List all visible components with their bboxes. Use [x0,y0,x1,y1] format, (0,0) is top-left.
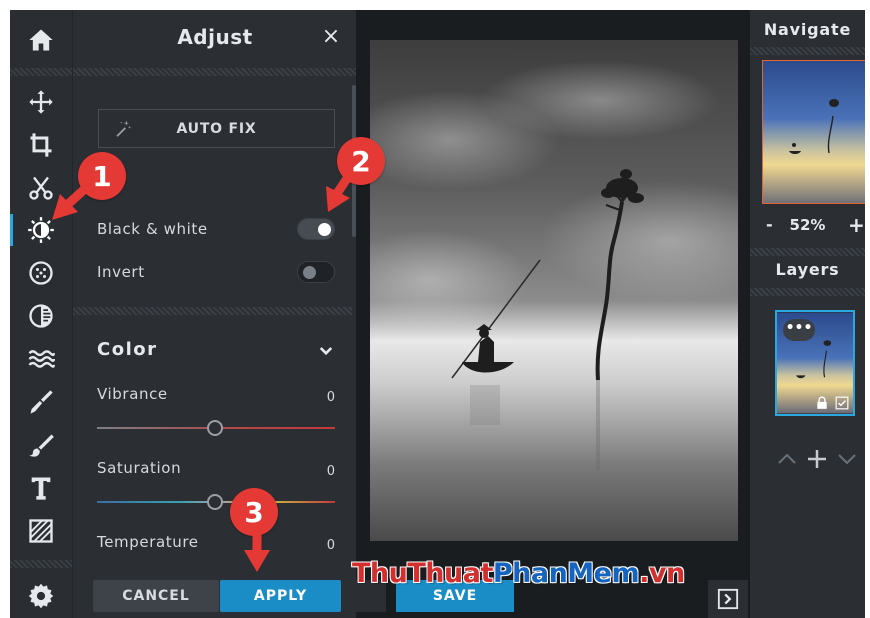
panel-divider [73,68,357,76]
chevron-up-icon[interactable] [775,447,799,471]
filters-icon[interactable] [10,296,72,336]
waves-icon[interactable] [10,339,72,379]
invert-label: Invert [97,263,145,281]
canvas-area: SAVE [356,10,750,618]
toolbar-divider [10,68,72,76]
panel-divider [73,307,352,315]
magic-wand-icon [116,120,132,137]
black-white-label: Black & white [97,220,208,238]
zoom-in-button[interactable]: + [848,213,865,237]
brush-icon[interactable] [10,382,72,422]
navigate-preview[interactable] [762,60,865,204]
lock-icon[interactable] [815,396,829,410]
panel-toggle-icon [717,588,739,610]
move-icon[interactable] [10,82,72,122]
auto-fix-button[interactable]: AUTO FIX [98,109,335,148]
chevron-down-icon[interactable] [317,342,335,360]
navigate-title: Navigate [763,20,852,39]
invert-toggle[interactable] [297,261,335,283]
text-icon[interactable] [10,468,72,508]
temperature-value: 0 [326,538,335,553]
watermark-part-1: ThuThuat [352,558,493,589]
panel-divider [750,47,865,55]
saturation-value: 0 [326,464,335,479]
chevron-down-icon[interactable] [835,447,859,471]
effects-icon[interactable] [10,253,72,293]
vibrance-value: 0 [326,390,335,405]
panel-divider [750,248,865,256]
texture-icon[interactable] [10,511,72,551]
panel-divider [750,288,865,296]
saturation-label: Saturation [97,459,182,477]
toggle-knob [318,223,331,236]
navigate-thumbnail [763,61,865,203]
draw-icon[interactable] [10,425,72,465]
zoom-controls: - 52% + [750,213,865,239]
add-layer-icon[interactable] [805,447,829,471]
black-white-toggle[interactable] [297,218,335,240]
settings-icon[interactable] [10,576,72,616]
saturation-slider-thumb[interactable] [207,494,223,510]
adjust-panel: Adjust × AUTO FIX Black & white Invert C… [72,10,357,618]
toggle-knob [303,266,316,279]
layer-thumbnail[interactable]: ••• [775,310,855,416]
visibility-checkbox-icon[interactable] [835,396,849,410]
watermark: ThuThuatPhanMem.vn [352,558,685,598]
callout-arrow-3 [244,530,270,572]
layer-menu-button[interactable]: ••• [783,319,815,341]
tool-sidebar [10,10,72,618]
auto-fix-label: AUTO FIX [176,120,257,137]
crop-icon[interactable] [10,125,72,165]
apply-button[interactable]: APPLY [220,580,341,612]
callout-arrow-1 [52,181,93,220]
temperature-label: Temperature [97,533,199,551]
toolbar-divider [10,560,72,568]
layers-title: Layers [775,260,840,279]
layer-controls [775,447,860,471]
color-section-heading[interactable]: Color [97,339,158,360]
adjust-panel-title: Adjust [177,25,253,49]
right-panel: Navigate - 52% + Layers ••• [750,10,865,618]
photo-canvas[interactable] [370,40,738,541]
photo-editor-app: Adjust × AUTO FIX Black & white Invert C… [10,10,865,618]
callout-badge-3: 3 [230,488,278,536]
vibrance-label: Vibrance [97,385,168,403]
home-icon[interactable] [10,20,72,60]
vibrance-slider-thumb[interactable] [207,420,223,436]
toggle-panel-button[interactable] [708,580,748,618]
close-icon[interactable]: × [319,25,343,49]
callout-arrow-2 [326,170,355,212]
watermark-part-2: PhanMem [492,558,640,589]
watermark-part-3: .vn [639,558,685,589]
cancel-button[interactable]: CANCEL [93,580,219,612]
